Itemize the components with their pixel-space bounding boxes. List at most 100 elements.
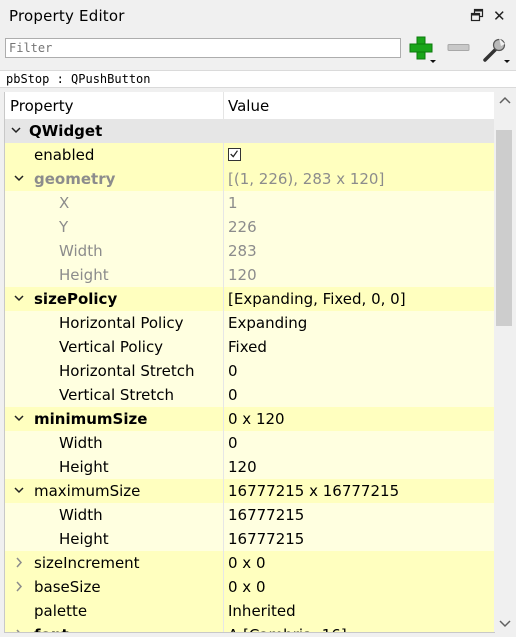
property-row[interactable]: palette Inherited — [5, 599, 495, 623]
check-icon — [230, 150, 238, 158]
property-row[interactable]: X1 — [5, 191, 495, 215]
scroll-down-arrow-icon[interactable] — [494, 614, 516, 632]
column-divider — [223, 551, 224, 575]
property-row[interactable]: Horizontal Policy Expanding — [5, 311, 495, 335]
enabled-checkbox[interactable] — [228, 148, 241, 161]
property-name: geometry — [34, 170, 116, 188]
column-divider — [223, 359, 224, 383]
title-bar: Property Editor ✕ — [0, 0, 516, 32]
column-divider — [223, 575, 224, 599]
property-value[interactable]: 120 — [228, 263, 257, 287]
property-row[interactable]: Vertical Stretch 0 — [5, 383, 495, 407]
chevron-right-icon[interactable] — [13, 623, 25, 633]
property-name: Height — [59, 530, 109, 548]
property-row[interactable]: sizePolicy [Expanding, Fixed, 0, 0] — [5, 287, 495, 311]
column-divider — [223, 143, 224, 167]
chevron-down-icon[interactable] — [13, 167, 25, 191]
property-row[interactable]: enabled — [5, 143, 495, 167]
property-name: Vertical Stretch — [59, 386, 175, 404]
add-dynamic-property-button[interactable] — [408, 36, 438, 64]
float-icon[interactable] — [470, 8, 484, 22]
property-row[interactable]: Width 0 — [5, 431, 495, 455]
property-row[interactable]: Width 283 — [5, 239, 495, 263]
property-row[interactable]: minimumSize 0 x 120 — [5, 407, 495, 431]
property-value[interactable]: Fixed — [228, 335, 267, 359]
column-divider — [223, 503, 224, 527]
window-title: Property Editor — [9, 7, 125, 25]
property-value[interactable]: 16777215 — [228, 527, 304, 551]
property-name: QWidget — [29, 122, 103, 140]
property-row[interactable]: geometry [(1, 226), 283 x 120] — [5, 167, 495, 191]
chevron-down-icon[interactable] — [13, 287, 25, 311]
property-tree[interactable]: Property Value QWidget enabled geometry [(1… — [4, 92, 495, 633]
property-name: Width — [59, 506, 103, 524]
property-row[interactable]: sizeIncrement 0 x 0 — [5, 551, 495, 575]
column-divider — [223, 191, 224, 215]
column-divider — [223, 527, 224, 551]
property-name: X — [59, 194, 70, 212]
property-value[interactable]: 0 — [228, 359, 238, 383]
property-name: Height — [59, 266, 109, 284]
property-name: baseSize — [34, 578, 101, 596]
remove-dynamic-property-button[interactable] — [446, 36, 472, 60]
chevron-down-icon[interactable] — [10, 119, 22, 143]
header-property[interactable]: Property — [10, 97, 73, 115]
property-value[interactable]: [Expanding, Fixed, 0, 0] — [228, 287, 406, 311]
column-divider — [223, 263, 224, 287]
column-divider — [223, 599, 224, 623]
property-value[interactable]: [(1, 226), 283 x 120] — [228, 167, 384, 191]
property-value[interactable]: 283 — [228, 239, 257, 263]
chevron-down-icon[interactable] — [13, 479, 25, 503]
property-value[interactable]: Expanding — [228, 311, 307, 335]
property-value[interactable]: 1 — [228, 191, 238, 215]
column-divider — [223, 311, 224, 335]
property-name: Width — [59, 242, 103, 260]
column-divider — [223, 479, 224, 503]
header-value[interactable]: Value — [228, 97, 269, 115]
column-divider — [223, 167, 224, 191]
property-value[interactable]: 0 — [228, 383, 238, 407]
vertical-scrollbar[interactable] — [494, 92, 516, 632]
property-name: Width — [59, 434, 103, 452]
column-divider — [223, 383, 224, 407]
property-name: minimumSize — [34, 410, 148, 428]
property-row[interactable]: Height 120 — [5, 455, 495, 479]
property-row[interactable]: font A [Cambria, 16] — [5, 623, 495, 633]
property-value[interactable]: 0 x 0 — [228, 575, 266, 599]
property-value[interactable]: A [Cambria, 16] — [228, 623, 347, 632]
chevron-right-icon[interactable] — [13, 551, 25, 575]
property-name: font — [34, 623, 69, 632]
property-row[interactable]: Height 120 — [5, 263, 495, 287]
property-row[interactable]: baseSize 0 x 0 — [5, 575, 495, 599]
property-value[interactable]: 0 x 120 — [228, 407, 285, 431]
property-row[interactable]: Horizontal Stretch 0 — [5, 359, 495, 383]
property-value[interactable]: 0 x 0 — [228, 551, 266, 575]
property-name: Horizontal Policy — [59, 314, 184, 332]
chevron-down-icon[interactable] — [13, 407, 25, 431]
filter-input[interactable] — [5, 38, 401, 58]
property-name: sizeIncrement — [34, 554, 140, 572]
property-value[interactable]: 16777215 x 16777215 — [228, 479, 399, 503]
property-value[interactable]: 16777215 — [228, 503, 304, 527]
property-row[interactable]: Height 16777215 — [5, 527, 495, 551]
property-row[interactable]: Vertical Policy Fixed — [5, 335, 495, 359]
configure-wrench-icon[interactable] — [481, 36, 511, 64]
close-icon[interactable]: ✕ — [493, 9, 507, 24]
property-row[interactable]: maximumSize 16777215 x 16777215 — [5, 479, 495, 503]
scroll-up-arrow-icon[interactable] — [494, 92, 516, 110]
chevron-right-icon[interactable] — [13, 575, 25, 599]
property-row[interactable]: Y 226 — [5, 215, 495, 239]
property-value[interactable]: Inherited — [228, 599, 296, 623]
property-value[interactable]: 120 — [228, 455, 257, 479]
property-row[interactable]: QWidget — [5, 119, 495, 143]
column-divider — [223, 215, 224, 239]
scrollbar-thumb[interactable] — [496, 130, 512, 326]
property-row[interactable]: Width 16777215 — [5, 503, 495, 527]
column-divider — [223, 431, 224, 455]
property-value[interactable]: 0 — [228, 431, 238, 455]
property-name: Horizontal Stretch — [59, 362, 195, 380]
property-name: Y — [59, 218, 69, 236]
column-divider — [223, 335, 224, 359]
property-name: Vertical Policy — [59, 338, 164, 356]
property-value[interactable]: 226 — [228, 215, 257, 239]
